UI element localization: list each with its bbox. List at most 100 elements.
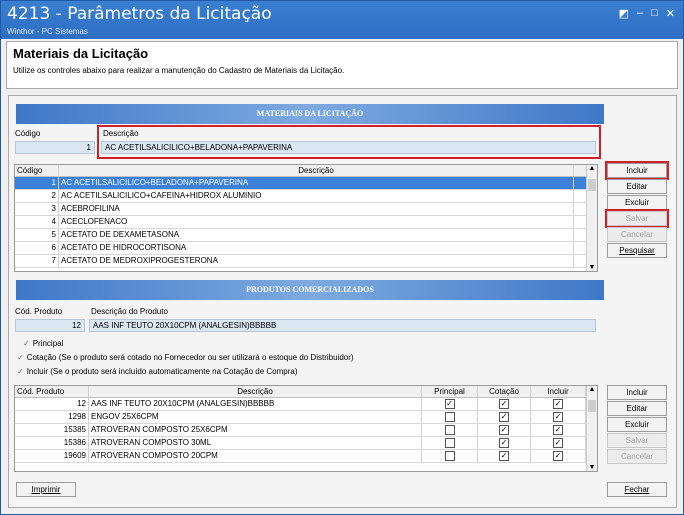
codigo-label: Código — [15, 129, 41, 138]
title-bar[interactable]: 4213 - Parâmetros da Licitação Winthor -… — [1, 1, 683, 39]
scroll-up-icon[interactable]: ▲ — [587, 165, 597, 172]
cotacao-option[interactable]: ✓ Cotação (Se o produto será cotado no Fo… — [17, 353, 354, 362]
descricao-cell: AAS INF TEUTO 20X10CPM (ANALGESIN)BBBBB — [89, 398, 422, 410]
descricao-cell: ATROVERAN COMPOSTO 25X6CPM — [89, 424, 422, 436]
materiais-band: MATERIAIS DA LICITAÇÃO — [16, 104, 604, 124]
cotacao-cell: ✓ — [478, 424, 531, 436]
table-row[interactable]: 12 AAS INF TEUTO 20X10CPM (ANALGESIN)BBBB… — [15, 398, 597, 411]
incluir-checkbox[interactable]: ✓ — [553, 398, 563, 409]
imprimir-button[interactable]: Imprimir — [16, 482, 76, 497]
cotacao-cell: ✓ — [478, 411, 531, 423]
table-row[interactable]: 3 ACEBROFILINA — [15, 203, 597, 216]
principal-checkbox[interactable] — [444, 424, 455, 435]
excluir-button[interactable]: Excluir — [607, 195, 667, 210]
principal-checkbox[interactable] — [444, 437, 455, 448]
produtos-grid[interactable]: Cód. Produto Descrição Principal Cotação… — [14, 385, 598, 472]
page-description: Utilize os controles abaixo para realiza… — [13, 66, 345, 75]
cod-produto-cell: 15386 — [15, 437, 89, 449]
codigo-field[interactable]: 1 — [15, 141, 95, 154]
incluir-cell: ✓ — [531, 411, 586, 423]
incluir-checkbox[interactable]: ✓ — [553, 424, 563, 435]
table-row[interactable]: 15386 ATROVERAN COMPOSTO 30ML ✓ ✓ — [15, 437, 597, 450]
table-row[interactable]: 1298 ENGOV 25X6CPM ✓ ✓ — [15, 411, 597, 424]
cotacao-checkbox[interactable]: ✓ — [499, 450, 509, 461]
table-row[interactable]: 6 ACETATO DE HIDROCORTISONA — [15, 242, 597, 255]
table-row[interactable]: 4 ACECLOFENACO — [15, 216, 597, 229]
materiais-scrollbar[interactable]: ▲ ▼ — [586, 165, 597, 271]
principal-cell: ✓ — [422, 398, 478, 410]
cotacao-checkbox[interactable]: ✓ — [499, 411, 509, 422]
cotacao-cell: ✓ — [478, 437, 531, 449]
desc-produto-field[interactable]: AAS INF TEUTO 20X10CPM (ANALGESIN)BBBBB — [89, 319, 596, 332]
cotacao-checkbox[interactable]: ✓ — [499, 424, 509, 435]
col-descricao[interactable]: Descrição — [59, 165, 574, 176]
page-header: Materiais da Licitação Utilize os contro… — [6, 41, 678, 89]
produtos-excluir-button[interactable]: Excluir — [607, 417, 667, 432]
principal-cell — [422, 411, 478, 423]
incluir-option[interactable]: ✓ Incluir (Se o produto será incluído aut… — [17, 367, 298, 376]
scroll-thumb[interactable] — [588, 400, 596, 412]
produtos-cancelar-button[interactable]: Cancelar — [607, 449, 667, 464]
window-title: 4213 - Parâmetros da Licitação — [7, 4, 272, 24]
incluir-checkbox[interactable]: ✓ — [553, 437, 563, 448]
table-row[interactable]: 5 ACETATO DE DEXAMETASONA — [15, 229, 597, 242]
produtos-scrollbar[interactable]: ▲ ▼ — [586, 386, 597, 471]
principal-checkbox[interactable] — [444, 450, 455, 461]
check-icon: ✓ — [23, 339, 30, 348]
produtos-incluir-button[interactable]: Incluir — [607, 385, 667, 400]
cod-produto-label: Cód. Produto — [15, 307, 63, 316]
table-row[interactable]: 1 AC ACETILSALICILICO+BELADONA+PAPAVERIN… — [15, 177, 597, 190]
close-icon[interactable]: ✕ — [666, 7, 675, 20]
cotacao-cell: ✓ — [478, 398, 531, 410]
principal-cell — [422, 424, 478, 436]
cod-produto-cell: 1298 — [15, 411, 89, 423]
produtos-band: PRODUTOS COMERCIALIZADOS — [16, 280, 604, 300]
scroll-down-icon[interactable]: ▼ — [587, 464, 597, 471]
incluir-button[interactable]: Incluir — [605, 161, 669, 180]
produtos-salvar-button[interactable]: Salvar — [607, 433, 667, 448]
minimize-icon[interactable]: – — [637, 7, 643, 20]
col-principal[interactable]: Principal — [422, 386, 478, 397]
col-codigo[interactable]: Código — [15, 165, 59, 176]
salvar-button[interactable]: Salvar — [605, 209, 669, 228]
principal-option[interactable]: ✓ Principal — [23, 339, 63, 348]
principal-checkbox[interactable] — [444, 411, 455, 422]
cotacao-checkbox[interactable]: ✓ — [499, 437, 509, 448]
main-panel: MATERIAIS DA LICITAÇÃO Código Descrição … — [8, 95, 677, 508]
incluir-cell: ✓ — [531, 398, 586, 410]
pesquisar-button[interactable]: Pesquisar — [607, 243, 667, 258]
principal-checkbox[interactable]: ✓ — [444, 398, 455, 409]
scroll-down-icon[interactable]: ▼ — [587, 264, 597, 271]
window-subtitle: Winthor - PC Sistemas — [7, 27, 88, 36]
table-row[interactable]: 7 ACETATO DE MEDROXIPROGESTERONA — [15, 255, 597, 268]
table-row[interactable]: 19609 ATROVERAN COMPOSTO 20CPM ✓ ✓ — [15, 450, 597, 463]
table-row[interactable]: 15385 ATROVERAN COMPOSTO 25X6CPM ✓ ✓ — [15, 424, 597, 437]
desc-produto-label: Descrição do Produto — [91, 307, 168, 316]
restore-icon[interactable]: ◩ — [619, 7, 629, 20]
app-window: 4213 - Parâmetros da Licitação Winthor -… — [0, 0, 684, 515]
editar-button[interactable]: Editar — [607, 179, 667, 194]
col-cotacao[interactable]: Cotação — [478, 386, 531, 397]
scroll-thumb[interactable] — [588, 179, 596, 191]
cotacao-cell: ✓ — [478, 450, 531, 462]
col-incluir[interactable]: Incluir — [531, 386, 586, 397]
maximize-icon[interactable]: □ — [651, 7, 658, 20]
incluir-checkbox[interactable]: ✓ — [553, 411, 563, 422]
materiais-grid[interactable]: Código Descrição 1 AC ACETILSALICILICO+B… — [14, 164, 598, 272]
col-cod-produto[interactable]: Cód. Produto — [15, 386, 89, 397]
scroll-up-icon[interactable]: ▲ — [587, 386, 597, 393]
col-descricao[interactable]: Descrição — [89, 386, 422, 397]
produtos-editar-button[interactable]: Editar — [607, 401, 667, 416]
cotacao-checkbox[interactable]: ✓ — [499, 398, 509, 409]
cod-produto-field[interactable]: 12 — [15, 319, 85, 332]
descricao-cell: ATROVERAN COMPOSTO 30ML — [89, 437, 422, 449]
cancelar-button[interactable]: Cancelar — [607, 227, 667, 242]
incluir-cell: ✓ — [531, 437, 586, 449]
cod-produto-cell: 15385 — [15, 424, 89, 436]
page-title: Materiais da Licitação — [13, 46, 149, 61]
table-row[interactable]: 2 AC ACETILSALICILICO+CAFEINA+HIDROX ALU… — [15, 190, 597, 203]
check-icon: ✓ — [17, 367, 24, 376]
descricao-cell: ATROVERAN COMPOSTO 20CPM — [89, 450, 422, 462]
incluir-checkbox[interactable]: ✓ — [553, 450, 563, 461]
fechar-button[interactable]: Fechar — [607, 482, 667, 497]
